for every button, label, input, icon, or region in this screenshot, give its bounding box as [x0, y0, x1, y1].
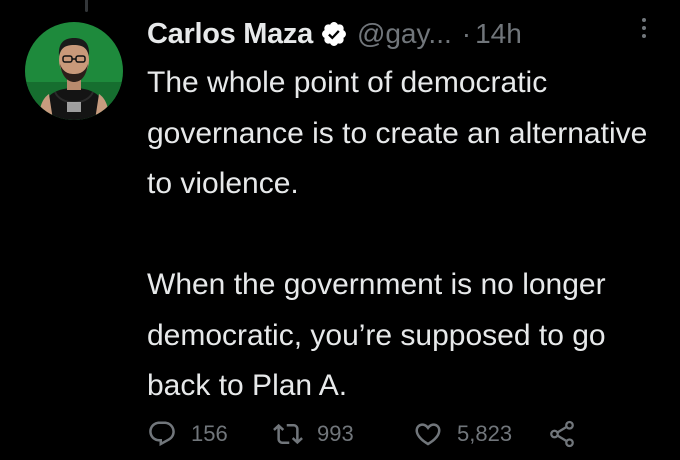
reply-icon	[149, 421, 175, 447]
retweet-count: 993	[317, 421, 354, 446]
tweet-action-bar: 156 993 5,823	[147, 414, 647, 454]
like-count: 5,823	[457, 421, 513, 446]
more-options-icon[interactable]	[636, 10, 652, 46]
more-options-dot	[642, 26, 646, 30]
avatar-image	[25, 22, 123, 120]
verified-badge-icon	[320, 20, 348, 48]
share-button[interactable]	[547, 414, 577, 454]
author-handle[interactable]: @gay...	[357, 18, 452, 50]
share-icon	[550, 420, 574, 448]
avatar[interactable]	[25, 22, 123, 120]
tweet-paragraph: When the government is no longer democra…	[147, 268, 606, 402]
like-icon	[415, 423, 441, 446]
reply-button[interactable]: 156	[147, 414, 228, 454]
tweet-text: The whole point of democratic governance…	[147, 58, 667, 412]
more-options-dot	[642, 18, 646, 22]
tweet-paragraph: The whole point of democratic governance…	[147, 66, 648, 200]
author-display-name[interactable]: Carlos Maza	[147, 18, 313, 51]
tweet-header: Carlos Maza @gay... · 14h	[147, 12, 667, 56]
thread-connector-line	[85, 0, 88, 12]
like-button[interactable]: 5,823	[413, 414, 512, 454]
timestamp-separator: ·	[461, 18, 472, 49]
more-options-dot	[642, 34, 646, 38]
retweet-button[interactable]: 993	[273, 414, 354, 454]
tweet-timestamp[interactable]: 14h	[475, 18, 522, 50]
retweet-icon	[273, 423, 303, 445]
reply-count: 156	[191, 421, 228, 446]
